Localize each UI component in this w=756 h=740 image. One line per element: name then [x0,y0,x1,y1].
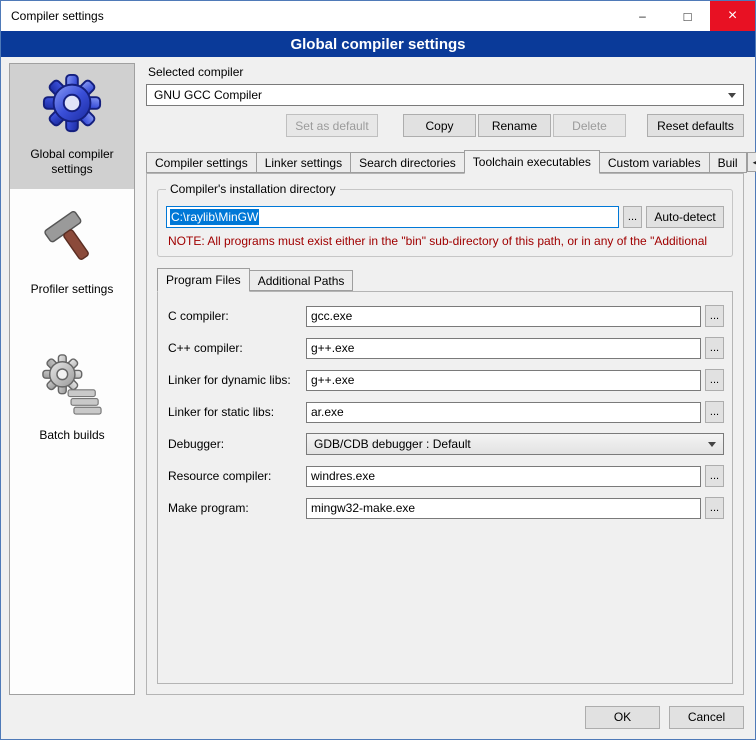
c-compiler-input[interactable]: gcc.exe [306,306,701,327]
set-as-default-button[interactable]: Set as default [286,114,378,137]
selected-compiler-dropdown[interactable]: GNU GCC Compiler [146,84,744,106]
installation-directory-label: Compiler's installation directory [166,182,340,196]
sidebar-item-label: Global compiler settings [14,147,130,177]
compiler-settings-window: Compiler settings – □ × Global compiler … [0,0,756,740]
c-compiler-label: C compiler: [168,309,306,323]
installation-directory-row: C:\raylib\MinGW ... Auto-detect [166,206,724,228]
main-panel: Selected compiler GNU GCC Compiler Set a… [146,63,744,695]
dialog-header: Global compiler settings [1,31,755,57]
tab-scroll-left-button[interactable]: ◄ [747,152,756,172]
debugger-row: Debugger: GDB/CDB debugger : Default [168,433,724,455]
make-program-browse-button[interactable]: ... [705,497,724,519]
blue-gear-icon [41,72,103,134]
static-linker-value: ar.exe [311,405,344,419]
rename-button[interactable]: Rename [478,114,551,137]
tab-toolchain-executables[interactable]: Toolchain executables [464,150,600,174]
static-linker-browse-button[interactable]: ... [705,401,724,423]
tab-compiler-settings[interactable]: Compiler settings [146,152,257,173]
tab-search-directories[interactable]: Search directories [350,152,465,173]
resource-compiler-row: Resource compiler: windres.exe ... [168,465,724,487]
resource-compiler-browse-button[interactable]: ... [705,465,724,487]
reset-defaults-button[interactable]: Reset defaults [647,114,744,137]
dynamic-linker-input[interactable]: g++.exe [306,370,701,391]
profiler-tool-icon [41,207,103,269]
settings-sidebar: Global compiler settings Profiler settin… [9,63,135,695]
tab-linker-settings[interactable]: Linker settings [256,152,351,173]
sidebar-item-profiler-settings[interactable]: Profiler settings [10,199,134,309]
maximize-icon: □ [684,10,692,23]
sidebar-item-label: Profiler settings [31,282,114,297]
tab-additional-paths[interactable]: Additional Paths [249,270,354,291]
cpp-compiler-label: C++ compiler: [168,341,306,355]
debugger-dropdown[interactable]: GDB/CDB debugger : Default [306,433,724,455]
compiler-actions: Set as default Copy Rename Delete Reset … [146,114,744,137]
dynamic-linker-value: g++.exe [311,373,354,387]
dynamic-linker-label: Linker for dynamic libs: [168,373,306,387]
chevron-down-icon [728,93,736,98]
installation-directory-browse-button[interactable]: ... [623,206,642,228]
resource-compiler-label: Resource compiler: [168,469,306,483]
make-program-value: mingw32-make.exe [311,501,415,515]
dialog-header-title: Global compiler settings [290,36,465,53]
make-program-row: Make program: mingw32-make.exe ... [168,497,724,519]
selected-compiler-value: GNU GCC Compiler [154,88,262,102]
left-arrow-icon: ◄ [751,158,756,167]
debugger-label: Debugger: [168,437,306,451]
resource-compiler-value: windres.exe [311,469,375,483]
dynamic-linker-browse-button[interactable]: ... [705,369,724,391]
ok-button[interactable]: OK [585,706,660,729]
dynamic-linker-row: Linker for dynamic libs: g++.exe ... [168,369,724,391]
cpp-compiler-value: g++.exe [311,341,354,355]
resource-compiler-input[interactable]: windres.exe [306,466,701,487]
dialog-footer: OK Cancel [1,699,755,739]
c-compiler-row: C compiler: gcc.exe ... [168,305,724,327]
cpp-compiler-input[interactable]: g++.exe [306,338,701,359]
close-icon: × [728,8,737,24]
window-title: Compiler settings [1,1,620,31]
c-compiler-value: gcc.exe [311,309,352,323]
cancel-button[interactable]: Cancel [669,706,744,729]
minimize-icon: – [639,10,646,22]
tab-custom-variables[interactable]: Custom variables [599,152,710,173]
installation-directory-input[interactable]: C:\raylib\MinGW [166,206,619,228]
delete-button[interactable]: Delete [553,114,626,137]
toolchain-executables-panel: Compiler's installation directory C:\ray… [146,173,744,695]
selected-compiler-label: Selected compiler [148,65,744,79]
install-note: NOTE: All programs must exist either in … [168,234,724,248]
sidebar-item-batch-builds[interactable]: Batch builds [10,345,134,455]
copy-button[interactable]: Copy [403,114,476,137]
installation-directory-group: Compiler's installation directory C:\ray… [157,189,733,257]
minimize-button[interactable]: – [620,1,665,31]
cpp-compiler-browse-button[interactable]: ... [705,337,724,359]
title-bar: Compiler settings – □ × [1,1,755,31]
program-tab-strip: Program Files Additional Paths [157,268,733,291]
dialog-content: Global compiler settings Profiler settin… [1,57,755,699]
static-linker-input[interactable]: ar.exe [306,402,701,423]
make-program-input[interactable]: mingw32-make.exe [306,498,701,519]
sidebar-item-label: Batch builds [39,428,104,443]
sidebar-item-global-compiler-settings[interactable]: Global compiler settings [10,64,134,189]
static-linker-label: Linker for static libs: [168,405,306,419]
make-program-label: Make program: [168,501,306,515]
installation-directory-value: C:\raylib\MinGW [170,209,259,225]
tab-program-files[interactable]: Program Files [157,268,250,292]
maximize-button[interactable]: □ [665,1,710,31]
gray-gear-stack-icon [41,353,103,415]
tab-scroll-buttons: ◄ ► [747,152,756,173]
debugger-value: GDB/CDB debugger : Default [314,437,471,451]
c-compiler-browse-button[interactable]: ... [705,305,724,327]
static-linker-row: Linker for static libs: ar.exe ... [168,401,724,423]
chevron-down-icon [708,442,716,447]
program-files-panel: C compiler: gcc.exe ... C++ compiler: g+… [157,291,733,684]
cpp-compiler-row: C++ compiler: g++.exe ... [168,337,724,359]
auto-detect-button[interactable]: Auto-detect [646,206,724,228]
tab-build-options[interactable]: Buil [709,152,747,173]
close-button[interactable]: × [710,1,755,31]
settings-tab-strip: Compiler settings Linker settings Search… [146,150,744,173]
